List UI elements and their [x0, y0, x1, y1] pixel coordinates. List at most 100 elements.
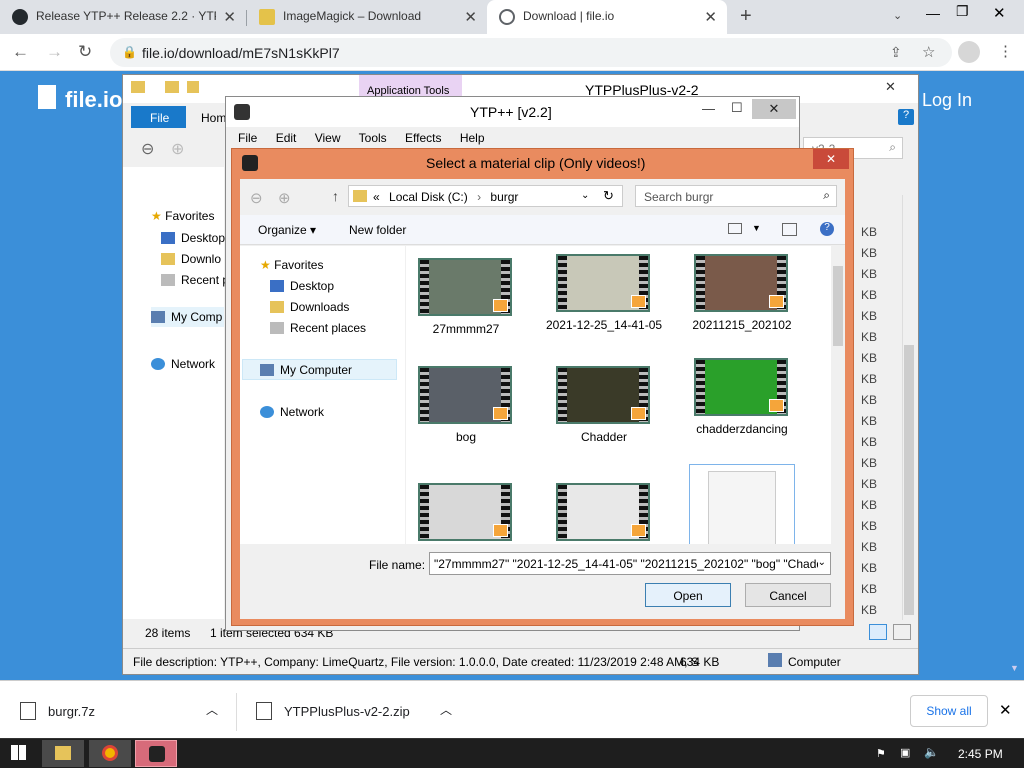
back-icon[interactable]: ⊖	[141, 139, 154, 159]
chevron-up-icon[interactable]: ︿	[440, 701, 452, 718]
video-thumbnail[interactable]	[418, 366, 512, 424]
ytp-close-icon[interactable]: ✕	[752, 99, 796, 119]
nav-downloads[interactable]: Downloads	[270, 300, 349, 314]
chevron-up-icon[interactable]: ︿	[206, 701, 218, 718]
video-thumbnail[interactable]	[556, 254, 650, 312]
new-tab-button[interactable]: +	[740, 5, 752, 28]
forward-icon[interactable]: →	[46, 42, 63, 62]
nav-network[interactable]: Network	[260, 405, 324, 419]
nav-desktop[interactable]: Desktop	[270, 279, 334, 293]
maximize-icon[interactable]: ☐	[731, 100, 743, 116]
reload-icon[interactable]: ↻	[78, 42, 92, 62]
back-icon[interactable]: ←	[12, 42, 29, 62]
help-icon[interactable]: ?	[820, 222, 834, 236]
tab-fileio[interactable]: Download | file.io ✕	[487, 0, 727, 34]
menu-help[interactable]: Help	[460, 131, 485, 145]
nav-my-computer[interactable]: My Computer	[242, 359, 397, 380]
video-thumbnail[interactable]	[556, 366, 650, 424]
nav-favorites[interactable]: ★ Favorites	[151, 209, 214, 223]
view-options-icon[interactable]	[728, 223, 742, 234]
details-view-icon[interactable]	[869, 624, 887, 640]
explorer-scrollbar[interactable]	[902, 195, 915, 620]
network-tray-icon[interactable]: ▣	[900, 746, 910, 759]
tab-imagemagick[interactable]: ImageMagick – Download ✕	[247, 0, 487, 34]
nav-network[interactable]: Network	[151, 357, 215, 371]
restore-icon[interactable]: ❐	[956, 3, 969, 20]
nav-desktop[interactable]: Desktop	[161, 231, 225, 245]
menu-view[interactable]: View	[315, 131, 341, 145]
breadcrumb-burgr[interactable]: burgr	[490, 190, 518, 204]
file-tab[interactable]: File	[131, 106, 186, 128]
taskbar-chrome-icon[interactable]	[89, 740, 131, 767]
help-icon[interactable]: ?	[898, 109, 914, 125]
preview-pane-icon[interactable]	[782, 223, 797, 236]
url-bar[interactable]: 🔒 file.io/download/mE7sN1sKkPl7 ⇪ ☆	[110, 38, 952, 67]
taskbar-ytp-icon[interactable]	[135, 740, 177, 767]
forward-icon[interactable]: ⊕	[278, 189, 291, 207]
chevron-down-icon[interactable]: ⌄	[581, 190, 589, 201]
video-thumbnail[interactable]	[418, 258, 512, 316]
show-all-button[interactable]: Show all	[910, 695, 988, 727]
video-thumbnail[interactable]	[694, 358, 788, 416]
site-logo[interactable]: file.io	[65, 87, 122, 113]
close-tab-icon[interactable]: ✕	[704, 8, 717, 26]
menu-effects[interactable]: Effects	[405, 131, 441, 145]
file-grid-scrollbar[interactable]	[831, 246, 845, 544]
windows-start-icon[interactable]	[11, 745, 26, 760]
new-folder-button[interactable]: New folder	[349, 223, 406, 237]
tab-search-icon[interactable]: ⌄	[893, 9, 902, 22]
back-icon[interactable]: ⊖	[250, 189, 263, 207]
video-thumbnail[interactable]	[694, 254, 788, 312]
flag-icon[interactable]: ⚑	[876, 747, 886, 760]
menu-tools[interactable]: Tools	[359, 131, 387, 145]
up-icon[interactable]: ↑	[332, 188, 339, 204]
minimize-icon[interactable]: —	[926, 5, 940, 21]
cancel-button[interactable]: Cancel	[745, 583, 831, 607]
scrollbar-thumb[interactable]	[904, 345, 914, 615]
video-thumbnail[interactable]	[556, 483, 650, 541]
video-thumbnail[interactable]	[418, 483, 512, 541]
scroll-down-icon[interactable]: ▼	[1010, 663, 1019, 673]
menu-dots-icon[interactable]: ⋮	[998, 42, 1013, 60]
properties-icon[interactable]	[165, 81, 179, 93]
close-tab-icon[interactable]: ✕	[223, 8, 236, 26]
nav-downloads[interactable]: Downlo	[161, 252, 221, 266]
dialog-search-input[interactable]: Search burgr ⌕	[635, 185, 837, 207]
new-folder-icon[interactable]	[187, 81, 199, 93]
taskbar-explorer-icon[interactable]	[42, 740, 84, 767]
forward-icon[interactable]: ⊕	[171, 139, 184, 159]
nav-favorites[interactable]: ★ Favorites	[260, 258, 323, 272]
share-icon[interactable]: ⇪	[890, 44, 902, 61]
filename-input[interactable]: "27mmmm27" "2021-12-25_14-41-05" "202112…	[429, 552, 831, 575]
organize-button[interactable]: Organize ▾	[258, 223, 316, 237]
selected-file-outline[interactable]	[689, 464, 795, 544]
tab-github-release[interactable]: Release YTP++ Release 2.2 · YTP... ✕	[0, 0, 246, 34]
login-link[interactable]: Log In	[922, 90, 972, 111]
download-item-ytpplusplus[interactable]: YTPPlusPlus-v2-2.zip ︿	[236, 681, 470, 743]
breadcrumb[interactable]: « Local Disk (C:) › burgr ⌄ ↻	[348, 185, 623, 207]
close-window-icon[interactable]: ✕	[993, 4, 1006, 22]
scrollbar-thumb[interactable]	[833, 266, 843, 346]
nav-computer[interactable]: My Comp	[151, 307, 224, 327]
menu-edit[interactable]: Edit	[276, 131, 297, 145]
open-button[interactable]: Open	[645, 583, 731, 607]
volume-icon[interactable]: 🔈	[924, 745, 939, 759]
chevron-down-icon[interactable]: ⌄	[817, 557, 826, 568]
chevron-down-icon[interactable]: ▼	[752, 223, 761, 233]
download-item-burgr[interactable]: burgr.7z ︿	[0, 681, 236, 743]
profile-avatar-icon[interactable]	[958, 41, 980, 63]
nav-recent-places[interactable]: Recent places	[270, 321, 366, 335]
breadcrumb-local-disk[interactable]: Local Disk (C:)	[389, 190, 468, 204]
bookmark-star-icon[interactable]: ☆	[922, 43, 935, 61]
large-icons-view-icon[interactable]	[893, 624, 911, 640]
nav-recent[interactable]: Recent p	[161, 273, 229, 287]
menu-file[interactable]: File	[238, 131, 257, 145]
minimize-icon[interactable]: —	[702, 101, 715, 116]
refresh-icon[interactable]: ↻	[603, 188, 614, 204]
home-tab[interactable]: Hom	[201, 111, 226, 125]
explorer-close-icon[interactable]: ✕	[885, 79, 896, 95]
close-tab-icon[interactable]: ✕	[464, 8, 477, 26]
dialog-close-icon[interactable]: ✕	[813, 149, 849, 169]
clock[interactable]: 2:45 PM	[958, 747, 1003, 761]
close-shelf-icon[interactable]: ✕	[999, 701, 1012, 719]
